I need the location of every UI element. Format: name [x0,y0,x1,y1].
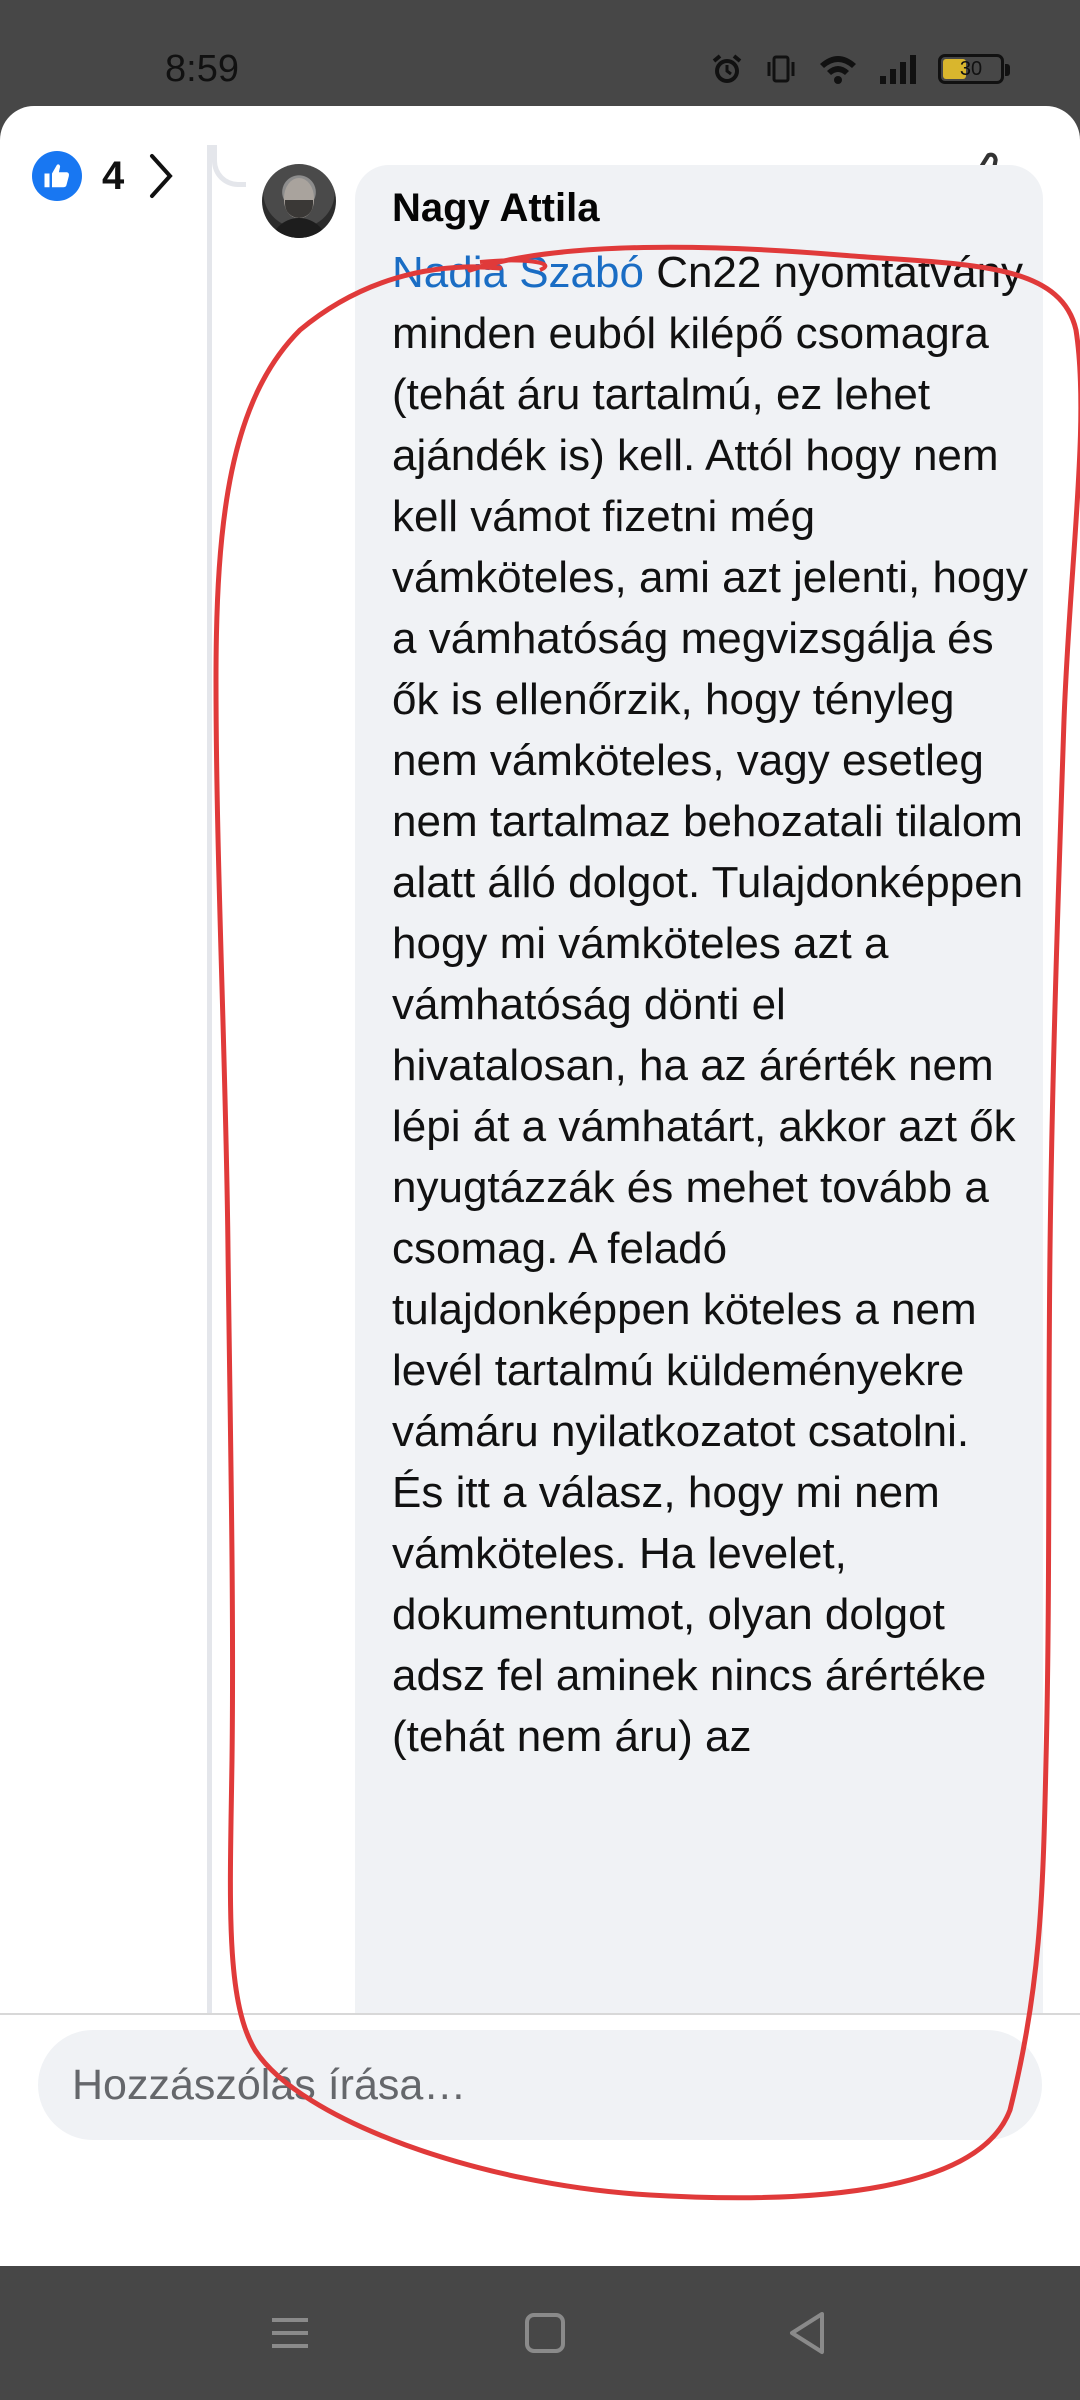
status-time: 8:59 [165,48,239,90]
back-icon[interactable] [786,2298,826,2368]
comment-input[interactable]: Hozzászólás írása… [38,2030,1042,2140]
comment-text: Nadia Szabó Cn22 nyomtatvány minden eubó… [392,242,1032,1767]
thread-line [207,145,212,2015]
comment-body: Cn22 nyomtatvány minden euból kilépő cso… [392,248,1028,1761]
like-icon [32,151,82,201]
chevron-right-icon[interactable] [148,152,174,200]
avatar[interactable] [262,164,336,238]
signal-icon [880,55,916,84]
reaction-count: 4 [102,153,125,198]
comment-author[interactable]: Nagy Attila [392,186,599,231]
status-bar: 8:59 30 [0,0,1080,106]
status-icons: 30 [710,52,1010,86]
menu-icon[interactable] [270,2298,310,2368]
alarm-icon [712,54,742,83]
mention-link[interactable]: Nadia Szabó [392,248,644,297]
vibrate-icon [767,55,795,83]
wifi-icon [820,56,856,84]
battery-level: 30 [959,58,983,80]
home-icon[interactable] [524,2298,566,2368]
battery-icon: 30 [938,54,1010,84]
reactions-summary[interactable]: 4 [32,151,174,201]
system-nav-bar [0,2266,1080,2400]
